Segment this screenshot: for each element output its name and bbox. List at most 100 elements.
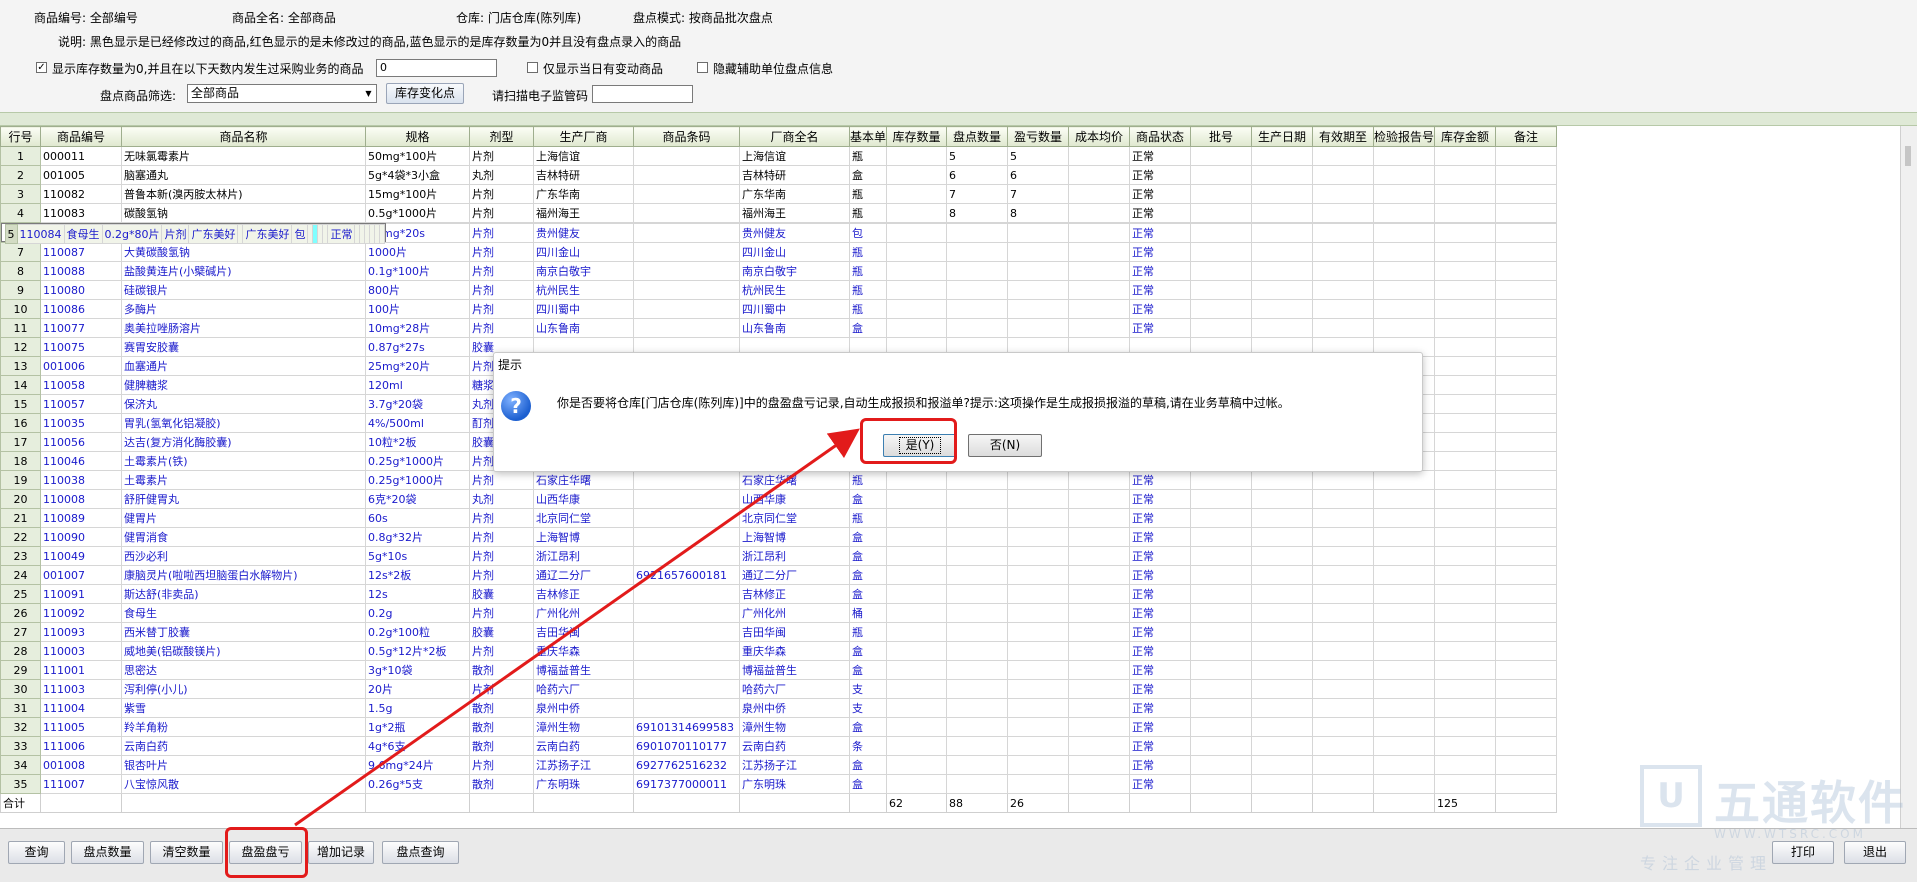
table-cell[interactable]: 浙江昂利 bbox=[533, 546, 634, 566]
table-cell[interactable] bbox=[1251, 527, 1314, 547]
table-cell[interactable] bbox=[1190, 603, 1253, 623]
table-cell[interactable] bbox=[1495, 261, 1558, 281]
table-cell[interactable] bbox=[946, 603, 1009, 623]
table-cell[interactable]: 盒 bbox=[848, 660, 888, 680]
table-cell[interactable]: 正常 bbox=[1129, 242, 1192, 262]
table-cell[interactable] bbox=[886, 261, 948, 281]
table-cell[interactable] bbox=[886, 318, 948, 338]
table-cell[interactable] bbox=[1007, 280, 1070, 300]
table-cell[interactable]: 达吉(复方消化酶胶囊) bbox=[121, 432, 366, 452]
table-cell[interactable]: 6917377000011 bbox=[633, 774, 740, 794]
table-cell[interactable]: 5 bbox=[1007, 146, 1070, 166]
table-cell[interactable] bbox=[1312, 203, 1375, 223]
table-cell[interactable]: 吉林修正 bbox=[533, 584, 634, 604]
table-cell[interactable] bbox=[1495, 736, 1558, 756]
table-cell[interactable] bbox=[1007, 508, 1070, 528]
table-cell[interactable]: 110058 bbox=[40, 375, 122, 395]
table-cell[interactable]: 上海信谊 bbox=[739, 146, 850, 166]
table-cell[interactable]: 6 bbox=[1007, 165, 1070, 185]
table-row[interactable]: 35 111007 八宝惊风散 0.26g*5支 散剂 广东明珠 6917377000011… bbox=[0, 774, 1558, 794]
table-cell[interactable] bbox=[1373, 146, 1436, 166]
table-cell[interactable] bbox=[1251, 184, 1314, 204]
table-cell[interactable] bbox=[1495, 546, 1558, 566]
table-cell[interactable]: 通辽二分厂 bbox=[533, 565, 634, 585]
table-cell[interactable] bbox=[1312, 622, 1375, 642]
table-cell[interactable] bbox=[1190, 717, 1253, 737]
table-cell[interactable]: 正常 bbox=[1129, 717, 1192, 737]
table-cell[interactable]: 001006 bbox=[40, 356, 122, 376]
table-cell[interactable] bbox=[1068, 717, 1131, 737]
table-cell[interactable]: 正常 bbox=[1129, 660, 1192, 680]
table-cell[interactable]: 斯达舒(非卖品) bbox=[121, 584, 366, 604]
table-cell[interactable] bbox=[1373, 546, 1436, 566]
table-cell[interactable] bbox=[1373, 679, 1436, 699]
table-cell[interactable]: 上海智博 bbox=[533, 527, 634, 547]
table-cell[interactable] bbox=[1495, 413, 1558, 433]
table-cell[interactable]: 丸剂 bbox=[469, 489, 534, 509]
table-cell[interactable]: 片剂 bbox=[469, 146, 534, 166]
table-cell[interactable]: 1000片 bbox=[365, 242, 470, 262]
table-cell[interactable]: 山东鲁南 bbox=[739, 318, 850, 338]
table-cell[interactable] bbox=[1434, 261, 1497, 281]
table-cell[interactable] bbox=[1373, 527, 1436, 547]
table-cell[interactable]: 110083 bbox=[40, 203, 122, 223]
table-cell[interactable]: 健脾糖浆 bbox=[121, 375, 366, 395]
table-cell[interactable]: 盒 bbox=[848, 584, 888, 604]
table-cell[interactable]: 正常 bbox=[1129, 755, 1192, 775]
table-cell[interactable] bbox=[1434, 356, 1497, 376]
table-cell[interactable]: 瓶 bbox=[848, 470, 888, 490]
table-cell[interactable] bbox=[1495, 356, 1558, 376]
table-cell[interactable]: 110077 bbox=[40, 318, 122, 338]
table-cell[interactable]: 111003 bbox=[40, 679, 122, 699]
table-cell[interactable] bbox=[1251, 774, 1314, 794]
table-cell[interactable] bbox=[1251, 489, 1314, 509]
table-cell[interactable] bbox=[886, 280, 948, 300]
table-cell[interactable] bbox=[1190, 299, 1253, 319]
table-cell[interactable]: 盒 bbox=[848, 641, 888, 661]
table-cell[interactable] bbox=[946, 470, 1009, 490]
table-cell[interactable]: 110082 bbox=[40, 184, 122, 204]
scan-input[interactable] bbox=[592, 85, 693, 103]
table-cell[interactable]: 0.2g bbox=[365, 603, 470, 623]
table-cell[interactable] bbox=[1007, 679, 1070, 699]
table-cell[interactable]: 正常 bbox=[1129, 318, 1192, 338]
table-cell[interactable]: 片剂 bbox=[469, 184, 534, 204]
table-row[interactable]: 32 111005 羚羊角粉 1g*2瓶 散剂 漳州生物 69101314699583 漳州生… bbox=[0, 717, 1558, 737]
table-row[interactable]: 26 110092 食母生 0.2g 片剂 广州化州 广州化州桶正常 bbox=[0, 603, 1558, 623]
table-cell[interactable]: 云南白药 bbox=[533, 736, 634, 756]
table-cell[interactable]: 110075 bbox=[40, 337, 122, 357]
column-header[interactable]: 规格 bbox=[365, 126, 470, 147]
table-cell[interactable] bbox=[1190, 470, 1253, 490]
table-cell[interactable] bbox=[1434, 432, 1497, 452]
table-cell[interactable] bbox=[1495, 146, 1558, 166]
table-cell[interactable] bbox=[946, 641, 1009, 661]
table-cell[interactable] bbox=[1190, 184, 1253, 204]
table-cell[interactable]: 1.5g bbox=[365, 698, 470, 718]
table-cell[interactable] bbox=[1190, 165, 1253, 185]
table-cell[interactable]: 盒 bbox=[848, 717, 888, 737]
table-cell[interactable]: 银杏叶片 bbox=[121, 755, 366, 775]
table-cell[interactable] bbox=[1007, 565, 1070, 585]
table-cell[interactable]: 8 bbox=[946, 203, 1009, 223]
table-cell[interactable] bbox=[1434, 470, 1497, 490]
table-cell[interactable]: 正常 bbox=[1129, 584, 1192, 604]
table-cell[interactable]: 110049 bbox=[40, 546, 122, 566]
table-cell[interactable] bbox=[1068, 299, 1131, 319]
table-cell[interactable]: 正常 bbox=[1129, 546, 1192, 566]
table-cell[interactable] bbox=[1251, 698, 1314, 718]
table-cell[interactable] bbox=[1007, 546, 1070, 566]
table-cell[interactable] bbox=[633, 299, 740, 319]
column-header[interactable]: 盘点数量 bbox=[946, 126, 1009, 147]
table-cell[interactable] bbox=[1434, 527, 1497, 547]
column-header[interactable]: 商品编号 bbox=[40, 126, 122, 147]
table-cell[interactable]: 正常 bbox=[1129, 470, 1192, 490]
table-cell[interactable]: 6克*20袋 bbox=[365, 489, 470, 509]
table-cell[interactable] bbox=[1068, 203, 1131, 223]
table-cell[interactable] bbox=[1190, 280, 1253, 300]
table-cell[interactable] bbox=[1068, 223, 1131, 243]
table-cell[interactable] bbox=[633, 641, 740, 661]
table-cell[interactable]: 南京白敬宇 bbox=[739, 261, 850, 281]
table-cell[interactable]: 5g*10s bbox=[365, 546, 470, 566]
table-cell[interactable] bbox=[1251, 546, 1314, 566]
table-cell[interactable] bbox=[1251, 318, 1314, 338]
